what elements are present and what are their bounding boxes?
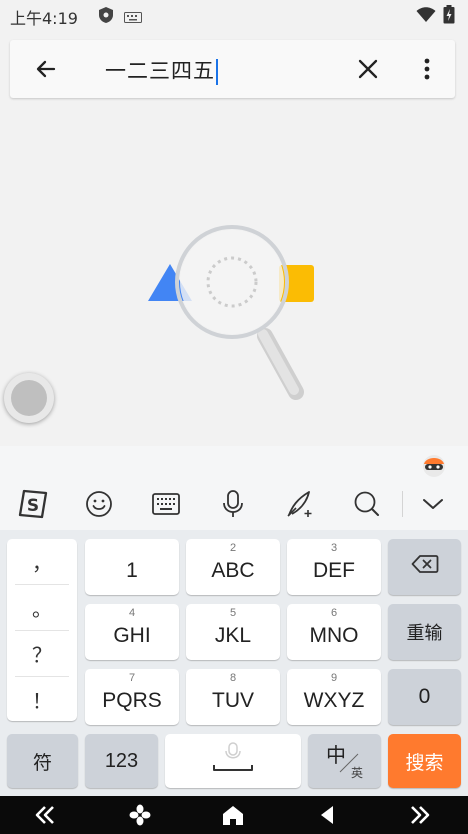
search-bar: 一二三四五 bbox=[10, 40, 455, 98]
punct-key[interactable]: ？ bbox=[13, 631, 71, 675]
toolbar-divider bbox=[402, 491, 403, 517]
nav-back-icon[interactable] bbox=[312, 800, 342, 830]
emoji-icon[interactable] bbox=[81, 486, 117, 522]
backspace-key[interactable] bbox=[388, 539, 461, 595]
punct-key[interactable]: ， bbox=[13, 539, 71, 583]
lang-switch-key[interactable]: 中 英 bbox=[308, 734, 381, 788]
nav-home-icon[interactable] bbox=[218, 800, 248, 830]
keyboard-icon[interactable] bbox=[148, 486, 184, 522]
mascot-icon[interactable] bbox=[421, 452, 447, 478]
results-area bbox=[0, 108, 468, 446]
key-4-ghi[interactable]: 4 GHI bbox=[85, 604, 179, 660]
key-8-tuv[interactable]: 8 TUV bbox=[186, 669, 280, 725]
space-key[interactable] bbox=[165, 734, 301, 788]
clear-icon[interactable] bbox=[353, 54, 383, 84]
ime-keyboard: S ， 。 ？ ！ 1 2 ABC 3 DEF 4 GHI 5 JKL 6 MN… bbox=[0, 446, 468, 796]
keyboard-status-icon bbox=[124, 9, 142, 28]
shield-icon bbox=[97, 6, 115, 28]
collapse-icon[interactable] bbox=[415, 486, 451, 522]
key-0[interactable]: 0 bbox=[388, 669, 461, 725]
punctuation-list: ， 。 ？ ！ bbox=[7, 539, 77, 721]
search-icon[interactable] bbox=[349, 486, 385, 522]
wifi-icon bbox=[416, 7, 436, 27]
text-caret bbox=[216, 59, 218, 85]
navigation-bar bbox=[0, 796, 468, 834]
numbers-key[interactable]: 123 bbox=[85, 734, 158, 788]
back-arrow-icon[interactable] bbox=[31, 54, 61, 84]
nav-double-left-icon[interactable] bbox=[30, 800, 60, 830]
keyboard-toolbar: S bbox=[0, 446, 468, 530]
punct-key[interactable]: ！ bbox=[13, 677, 71, 721]
sogou-logo-icon[interactable]: S bbox=[15, 486, 51, 522]
backspace-icon bbox=[411, 554, 439, 580]
punct-key[interactable]: 。 bbox=[13, 585, 71, 629]
battery-icon bbox=[443, 5, 455, 28]
symbols-key[interactable]: 符 bbox=[7, 734, 78, 788]
mic-icon[interactable] bbox=[215, 486, 251, 522]
search-key[interactable]: 搜索 bbox=[388, 734, 461, 788]
search-input[interactable]: 一二三四五 bbox=[105, 55, 218, 85]
svg-text:S: S bbox=[27, 496, 39, 516]
status-time: 上午4:19 bbox=[10, 9, 78, 28]
more-vert-icon[interactable] bbox=[412, 54, 442, 84]
nav-double-right-icon[interactable] bbox=[405, 800, 435, 830]
key-1[interactable]: 1 bbox=[85, 539, 179, 595]
nav-apps-icon[interactable] bbox=[125, 800, 155, 830]
space-mic-icon bbox=[211, 741, 255, 781]
key-5-jkl[interactable]: 5 JKL bbox=[186, 604, 280, 660]
search-query: 一二三四五 bbox=[105, 59, 215, 83]
key-3-def[interactable]: 3 DEF bbox=[287, 539, 381, 595]
reenter-key[interactable]: 重输 bbox=[388, 604, 461, 660]
key-9-wxyz[interactable]: 9 WXYZ bbox=[287, 669, 381, 725]
handwriting-icon[interactable] bbox=[282, 486, 318, 522]
key-7-pqrs[interactable]: 7 PQRS bbox=[85, 669, 179, 725]
status-bar: 上午4:19 bbox=[0, 0, 468, 30]
key-6-mno[interactable]: 6 MNO bbox=[287, 604, 381, 660]
floating-assistive-ball[interactable] bbox=[4, 373, 54, 423]
key-2-abc[interactable]: 2 ABC bbox=[186, 539, 280, 595]
loading-illustration bbox=[148, 225, 314, 400]
